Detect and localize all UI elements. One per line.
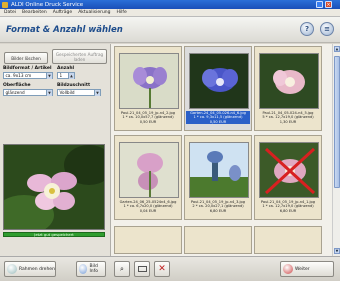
tile-caption: Garten-24_04_05-026-n4_6.jpg 1 * ca. 9,3… <box>186 111 250 125</box>
rotate-frame-label: Rahmen drehen <box>19 266 55 272</box>
next-button[interactable]: Weiter <box>280 261 334 277</box>
spinner-icon: ▲ <box>68 73 74 79</box>
quantity-value: 1 <box>59 73 63 78</box>
help-icon[interactable]: ? <box>300 22 314 36</box>
surface-value: glänzend <box>5 90 25 95</box>
chevron-down-icon: ▼ <box>46 90 52 96</box>
menu-item-bearbeiten[interactable]: Bearbeiten <box>22 10 47 15</box>
close-icon[interactable]: × <box>325 1 332 8</box>
image-tile[interactable]: Paul-21_04_05-024-n4_5.jpg 5 * ca. 12,7x… <box>254 46 322 131</box>
preview-flower-image <box>4 145 104 229</box>
tile-caption: Paul-21_04_05_19_jp-n4_3.jpg 2 * ca. 20,… <box>186 200 250 213</box>
quantity-label: Anzahl <box>57 66 75 71</box>
cut-select[interactable]: Vollbild ▼ <box>57 89 101 96</box>
surface-select[interactable]: glänzend ▼ <box>3 89 53 96</box>
format-label: Bildformat / Artikel <box>3 66 52 71</box>
tile-price: 0,50 EUR <box>209 119 227 124</box>
rotate-frame-button[interactable]: Rahmen drehen <box>4 261 56 277</box>
quantity-stepper[interactable]: 1 ▲ <box>57 72 75 79</box>
window-title: ALDI Online Druck Service <box>11 1 84 8</box>
menu-item-auftraege[interactable]: Aufträge <box>53 10 72 15</box>
image-info-button[interactable]: Bild Info <box>76 261 106 277</box>
thumbnail <box>119 53 179 109</box>
menu-bar: Datei Bearbeiten Aufträge Aktualisierung… <box>0 9 340 17</box>
surface-label: Oberfläche <box>3 83 31 88</box>
cut-value: Vollbild <box>59 90 75 95</box>
gallery-scrollbar[interactable]: ▲ ▼ <box>332 44 340 256</box>
image-tile[interactable]: Paul-21_04_05_19_jp-n4_2.jpg 1 * ca. 10,… <box>114 46 182 131</box>
image-tile[interactable]: Paul-21_04_05_19_jp-n4_3.jpg 2 * ca. 20,… <box>184 135 252 220</box>
tile-caption: Paul-21_04_05-024-n4_5.jpg 5 * ca. 12,7x… <box>256 111 320 124</box>
image-tile-selected[interactable]: Garten-24_04_05-026-n4_6.jpg 1 * ca. 9,3… <box>184 46 252 131</box>
tile-price: 6,80 EUR <box>279 208 297 213</box>
cut-label: Bildzuschnitt <box>57 83 91 88</box>
image-tile-partial[interactable] <box>114 226 182 254</box>
page-title: Format & Anzahl wählen <box>6 25 123 35</box>
tile-caption: Garten-24_06_25-0524n4_6.jpg 1 * ca. 6,7… <box>116 200 180 213</box>
thumbnail <box>259 142 319 198</box>
minimize-icon[interactable]: _ <box>316 1 323 8</box>
tile-caption: Paul-21_04_05_19_jp-n4_1.jpg 1 * ca. 12,… <box>256 200 320 213</box>
scroll-up-icon[interactable]: ▲ <box>334 46 340 52</box>
bottom-toolbar: Rahmen drehen Bild Info ⌕ ✕ Weiter <box>0 256 340 281</box>
app-icon <box>2 1 8 8</box>
magnifier-icon: ⌕ <box>120 264 124 273</box>
scroll-thumb[interactable] <box>334 56 340 188</box>
format-value: ca. 9x13 cm <box>5 73 32 78</box>
chevron-down-icon: ▼ <box>46 73 52 79</box>
zoom-button[interactable]: ⌕ <box>114 261 130 277</box>
scroll-down-icon[interactable]: ▼ <box>334 248 340 254</box>
remove-button[interactable]: ✕ <box>154 261 170 277</box>
crop-icon <box>137 266 147 272</box>
thumbnail <box>189 142 249 198</box>
menu-item-hilfe[interactable]: Hilfe <box>117 10 127 15</box>
image-tile-partial[interactable] <box>254 226 322 254</box>
delete-icon: ✕ <box>158 264 166 274</box>
rotate-icon <box>7 264 17 274</box>
tile-price: 0,50 EUR <box>139 119 157 124</box>
chevron-down-icon: ▼ <box>94 90 100 96</box>
image-tile[interactable]: Garten-24_06_25-0524n4_6.jpg 1 * ca. 6,7… <box>114 135 182 220</box>
format-select[interactable]: ca. 9x13 cm ▼ <box>3 72 53 79</box>
page-header: Format & Anzahl wählen ? ≡ <box>0 17 340 43</box>
tile-price: 6,80 EUR <box>209 208 227 213</box>
menu-item-aktualisierung[interactable]: Aktualisierung <box>78 10 110 15</box>
image-info-label: Bild Info <box>89 264 98 274</box>
image-preview <box>3 144 105 230</box>
load-saved-order-button[interactable]: Gespeicherten Auftrag laden <box>52 49 107 64</box>
thumbnail <box>189 53 249 109</box>
tile-price: 0,04 EUR <box>139 208 157 213</box>
delete-images-button[interactable]: Bilder löschen <box>4 52 48 64</box>
menu-item-datei[interactable]: Datei <box>4 10 16 15</box>
arrow-right-icon <box>283 264 293 274</box>
tile-price: 1,30 EUR <box>279 119 297 124</box>
thumbnail <box>259 53 319 109</box>
tile-caption: Paul-21_04_05_19_jp-n4_2.jpg 1 * ca. 10,… <box>116 111 180 124</box>
window-titlebar: ALDI Online Druck Service _ × <box>0 0 340 9</box>
thumbnail <box>119 142 179 198</box>
status-progress-bar: Jetzt gut gespeichert <box>3 232 105 237</box>
settings-icon[interactable]: ≡ <box>320 22 334 36</box>
next-label: Weiter <box>295 266 310 272</box>
image-tile-partial[interactable] <box>184 226 252 254</box>
crop-button[interactable] <box>134 261 150 277</box>
info-icon <box>79 264 88 274</box>
image-tile[interactable]: Paul-21_04_05_19_jp-n4_1.jpg 1 * ca. 12,… <box>254 135 322 220</box>
